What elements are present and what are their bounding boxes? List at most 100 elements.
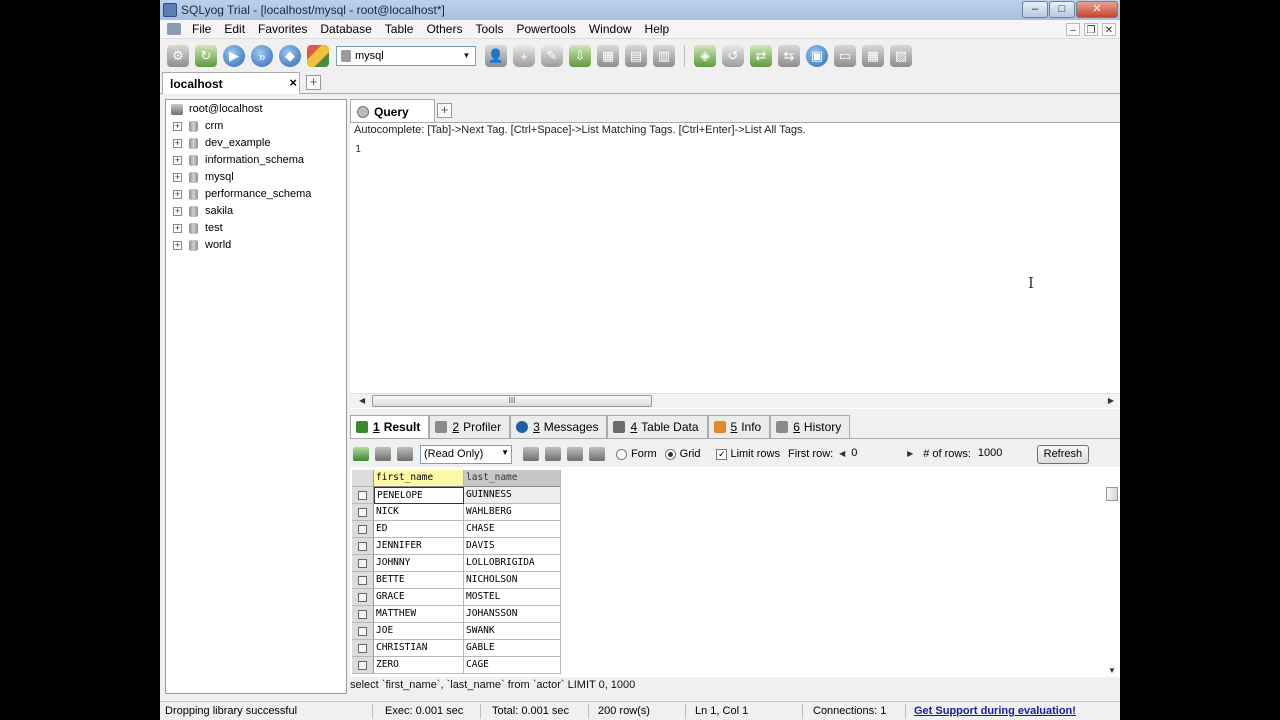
- query-builder-icon[interactable]: ▦: [862, 45, 884, 67]
- limit-rows-checkbox[interactable]: ✓ Limit rows: [716, 448, 780, 460]
- alter-database-icon[interactable]: ✎: [541, 45, 563, 67]
- first-row-input[interactable]: 0: [847, 446, 906, 462]
- new-connection-icon[interactable]: ⚙: [167, 45, 189, 67]
- manage-indexes-icon[interactable]: ▥: [653, 45, 675, 67]
- mdi-restore-button[interactable]: ❐: [1084, 23, 1098, 36]
- expand-icon[interactable]: +: [173, 155, 182, 165]
- tree-item-world[interactable]: + world: [173, 239, 231, 251]
- row-checkbox-icon[interactable]: [358, 626, 367, 636]
- scroll-left-icon[interactable]: ◀: [359, 396, 365, 405]
- get-support-link[interactable]: Get Support during evaluation!: [914, 705, 1076, 717]
- system-menu-icon[interactable]: [167, 23, 181, 35]
- menu-window[interactable]: Window: [583, 22, 639, 36]
- execute-all-icon[interactable]: »: [251, 45, 273, 67]
- expand-icon[interactable]: +: [173, 172, 182, 182]
- grid-view-radio[interactable]: Grid: [664, 448, 700, 460]
- scroll-down-icon[interactable]: ▼: [1108, 666, 1116, 675]
- table-cell[interactable]: GUINNESS: [464, 487, 561, 504]
- expand-icon[interactable]: +: [173, 206, 182, 216]
- table-cell[interactable]: CHASE: [464, 521, 561, 538]
- expand-icon[interactable]: +: [173, 189, 182, 199]
- row-selector[interactable]: [352, 623, 374, 640]
- prev-arrow-icon[interactable]: ◀: [837, 447, 847, 461]
- tree-item-sakila[interactable]: + sakila: [173, 205, 233, 217]
- menu-tools[interactable]: Tools: [469, 22, 510, 36]
- table-cell[interactable]: JOHNNY: [374, 555, 464, 572]
- row-checkbox-icon[interactable]: [358, 575, 367, 585]
- row-selector[interactable]: [352, 572, 374, 589]
- insert-row-icon[interactable]: [523, 447, 539, 461]
- export-icon[interactable]: ⇩: [569, 45, 591, 67]
- table-cell[interactable]: LOLLOBRIGIDA: [464, 555, 561, 572]
- row-selector[interactable]: [352, 521, 374, 538]
- execute-query-icon[interactable]: ▶: [223, 45, 245, 67]
- user-manager-icon[interactable]: 👤: [485, 45, 507, 67]
- table-row[interactable]: BETTE NICHOLSON: [352, 572, 561, 589]
- mdi-minimize-button[interactable]: –: [1066, 23, 1080, 36]
- table-row[interactable]: MATTHEW JOHANSSON: [352, 606, 561, 623]
- expand-icon[interactable]: +: [173, 121, 182, 131]
- table-cell[interactable]: JENNIFER: [374, 538, 464, 555]
- schema-sync-icon[interactable]: ⇆: [778, 45, 800, 67]
- tab-table-data[interactable]: 4 Table Data: [607, 415, 708, 438]
- refresh-button[interactable]: Refresh: [1036, 444, 1089, 464]
- tree-root[interactable]: root@localhost: [171, 103, 263, 115]
- row-selector[interactable]: [352, 487, 374, 504]
- restore-icon[interactable]: ↺: [722, 45, 744, 67]
- table-row[interactable]: CHRISTIAN GABLE: [352, 640, 561, 657]
- backup-icon[interactable]: ◈: [694, 45, 716, 67]
- import-external-data-icon[interactable]: ▣: [806, 45, 828, 67]
- data-sync-icon[interactable]: ⇄: [750, 45, 772, 67]
- create-table-icon[interactable]: ▦: [597, 45, 619, 67]
- tree-item-dev-example[interactable]: + dev_example: [173, 137, 270, 149]
- table-cell[interactable]: CHRISTIAN: [374, 640, 464, 657]
- table-cell[interactable]: DAVIS: [464, 538, 561, 555]
- cancel-changes-icon[interactable]: [589, 447, 605, 461]
- row-checkbox-icon[interactable]: [358, 507, 367, 517]
- table-cell[interactable]: NICK: [374, 504, 464, 521]
- next-arrow-icon[interactable]: ▶: [905, 447, 915, 461]
- table-cell[interactable]: SWANK: [464, 623, 561, 640]
- tab-messages[interactable]: 3 Messages: [510, 415, 608, 438]
- add-connection-tab-button[interactable]: +: [306, 75, 321, 90]
- row-checkbox-icon[interactable]: [358, 592, 367, 602]
- add-query-tab-button[interactable]: +: [437, 103, 452, 118]
- query-editor[interactable]: Autocomplete: [Tab]->Next Tag. [Ctrl+Spa…: [350, 122, 1120, 409]
- row-selector[interactable]: [352, 555, 374, 572]
- column-header[interactable]: last_name: [464, 470, 561, 487]
- tree-item-mysql[interactable]: + mysql: [173, 171, 234, 183]
- row-checkbox-icon[interactable]: [358, 558, 367, 568]
- save-changes-icon[interactable]: [545, 447, 561, 461]
- grid-corner[interactable]: [352, 470, 374, 487]
- delete-row-icon[interactable]: [567, 447, 583, 461]
- row-checkbox-icon[interactable]: [358, 490, 367, 500]
- editor-horizontal-scrollbar[interactable]: ◀ III ▶: [350, 393, 1120, 408]
- table-cell[interactable]: CAGE: [464, 657, 561, 674]
- table-cell[interactable]: GABLE: [464, 640, 561, 657]
- close-button[interactable]: ✕: [1076, 1, 1118, 18]
- tree-item-crm[interactable]: + crm: [173, 120, 223, 132]
- table-row[interactable]: ED CHASE: [352, 521, 561, 538]
- create-database-icon[interactable]: +: [513, 45, 535, 67]
- table-cell[interactable]: GRACE: [374, 589, 464, 606]
- database-select[interactable]: mysql ▼: [336, 46, 476, 66]
- menu-table[interactable]: Table: [379, 22, 421, 36]
- table-row[interactable]: PENELOPE GUINNESS: [352, 487, 561, 504]
- filter-icon[interactable]: [397, 447, 413, 461]
- result-mode-select[interactable]: (Read Only) ▼: [420, 444, 512, 464]
- column-header[interactable]: first_name: [374, 470, 464, 487]
- tab-query[interactable]: Query: [350, 99, 435, 123]
- tab-history[interactable]: 6 History: [770, 415, 851, 438]
- scrollbar-thumb[interactable]: [1106, 487, 1118, 501]
- refresh-object-browser-icon[interactable]: [307, 45, 329, 67]
- mdi-close-button[interactable]: ✕: [1102, 23, 1116, 36]
- table-cell[interactable]: BETTE: [374, 572, 464, 589]
- minimize-button[interactable]: –: [1022, 1, 1048, 18]
- menu-others[interactable]: Others: [420, 22, 469, 36]
- close-tab-icon[interactable]: ×: [289, 75, 297, 90]
- alter-table-icon[interactable]: ▤: [625, 45, 647, 67]
- scrollbar-thumb[interactable]: III: [372, 395, 652, 407]
- row-selector[interactable]: [352, 657, 374, 674]
- table-row[interactable]: ZERO CAGE: [352, 657, 561, 674]
- expand-icon[interactable]: +: [173, 240, 182, 250]
